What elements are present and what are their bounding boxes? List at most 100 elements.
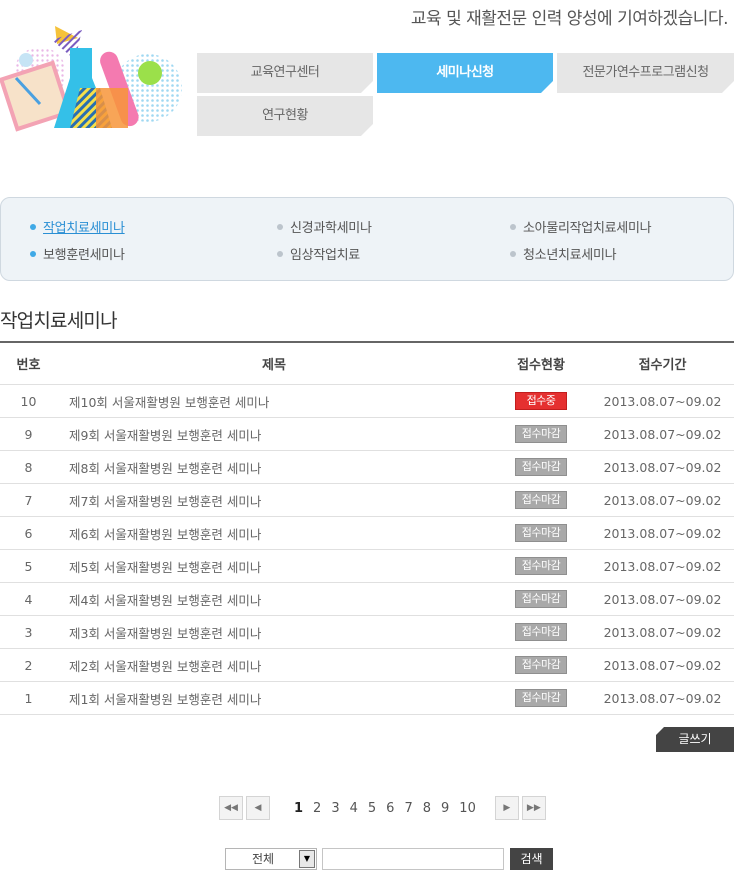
bullet-dot-icon [277,250,283,257]
status-badge: 접수마감 [515,425,567,443]
table-row: 8 제8회 서울재활병원 보행훈련 세미나 접수마감 2013.08.07~09… [0,451,734,484]
search-input[interactable] [322,848,504,870]
next-page-button[interactable]: ▶ [494,796,519,820]
subnav-item-pediatric-pt-ot[interactable]: 소아물리작업치료세미나 [510,217,652,236]
row-status: 접수마감 [491,623,591,641]
bullet-dot-icon [510,250,516,257]
status-badge: 접수마감 [515,623,567,641]
header-num: 번호 [16,358,41,373]
page-link[interactable]: 6 [386,801,394,816]
subnav-item-adolescent-therapy[interactable]: 청소년치료세미나 [510,244,617,263]
row-period: 2013.08.07~09.02 [603,492,722,508]
page-link-current[interactable]: 1 [294,801,303,816]
row-title-link[interactable]: 제4회 서울재활병원 보행훈련 세미나 [57,590,491,609]
status-badge: 접수마감 [515,458,567,476]
table-header-row: 번호 제목 접수현황 접수기간 [0,343,734,385]
row-title-link[interactable]: 제3회 서울재활병원 보행훈련 세미나 [57,623,491,642]
subnav-item-gait-training[interactable]: 보행훈련세미나 [30,244,125,263]
row-num: 8 [24,459,33,475]
table-row: 3 제3회 서울재활병원 보행훈련 세미나 접수마감 2013.08.07~09… [0,616,734,649]
row-num: 2 [24,657,33,673]
last-page-button[interactable]: ▶▶ [521,796,546,820]
subnav-item-label: 보행훈련세미나 [43,248,125,263]
subnav-item-neuroscience[interactable]: 신경과학세미나 [277,217,372,236]
status-badge: 접수중 [515,392,567,410]
row-title-link[interactable]: 제1회 서울재활병원 보행훈련 세미나 [57,689,491,708]
row-num: 4 [24,591,33,607]
row-period: 2013.08.07~09.02 [603,393,722,409]
pagination: ◀◀ ◀ 1 2 3 4 5 6 7 8 9 10 ▶ ▶▶ [219,796,549,820]
page-title: 작업치료세미나 [0,310,118,332]
row-title-link[interactable]: 제5회 서울재활병원 보행훈련 세미나 [57,557,491,576]
row-num: 9 [24,426,33,442]
row-period: 2013.08.07~09.02 [603,558,722,574]
row-num: 3 [24,624,33,640]
tab-expert-training-program[interactable]: 전문가연수프로그램신청 [557,53,734,93]
row-status: 접수마감 [491,689,591,707]
row-status: 접수중 [491,392,591,410]
status-badge: 접수마감 [515,524,567,542]
status-badge: 접수마감 [515,557,567,575]
chevron-left-icon: ◀ [254,803,262,813]
row-status: 접수마감 [491,425,591,443]
status-badge: 접수마감 [515,590,567,608]
row-status: 접수마감 [491,557,591,575]
page-link[interactable]: 7 [404,801,412,816]
header-title: 제목 [262,358,286,373]
row-title-link[interactable]: 제10회 서울재활병원 보행훈련 세미나 [57,392,491,411]
row-num: 6 [24,525,33,541]
row-title-link[interactable]: 제7회 서울재활병원 보행훈련 세미나 [57,491,491,510]
page-link[interactable]: 5 [368,801,376,816]
first-page-button[interactable]: ◀◀ [219,796,243,820]
row-period: 2013.08.07~09.02 [603,657,722,673]
row-title-link[interactable]: 제2회 서울재활병원 보행훈련 세미나 [57,656,491,675]
tab-seminar-application[interactable]: 세미나신청 [377,53,553,93]
search-category-select[interactable]: 전체 ▼ [225,848,317,870]
bullet-dot-icon [30,250,36,257]
search-button[interactable]: 검색 [510,848,553,870]
select-value: 전체 [251,852,275,866]
tab-label: 세미나신청 [436,65,494,80]
page-link[interactable]: 3 [331,801,339,816]
prev-page-button[interactable]: ◀ [246,796,270,820]
bullet-dot-icon [510,223,516,230]
lab-flask-illustration [0,26,182,132]
page-link[interactable]: 10 [459,801,476,816]
tab-education-research-center[interactable]: 교육연구센터 [197,53,373,93]
row-period: 2013.08.07~09.02 [603,525,722,541]
tab-label: 전문가연수프로그램신청 [582,65,709,80]
tab-label: 교육연구센터 [250,65,320,80]
table-row: 7 제7회 서울재활병원 보행훈련 세미나 접수마감 2013.08.07~09… [0,484,734,517]
row-period: 2013.08.07~09.02 [603,690,722,706]
subnav-item-label: 소아물리작업치료세미나 [523,221,652,236]
page-link[interactable]: 9 [441,801,449,816]
double-chevron-left-icon: ◀◀ [224,803,238,813]
write-button[interactable]: 글쓰기 [656,727,734,752]
status-badge: 접수마감 [515,656,567,674]
row-title-link[interactable]: 제8회 서울재활병원 보행훈련 세미나 [57,458,491,477]
chevron-down-icon[interactable]: ▼ [299,850,315,868]
subnav-item-clinical-ot[interactable]: 임상작업치료 [277,244,360,263]
row-period: 2013.08.07~09.02 [603,459,722,475]
header-period: 접수기간 [638,358,687,373]
header-status: 접수현황 [517,358,565,373]
row-status: 접수마감 [491,524,591,542]
seminar-board-table: 번호 제목 접수현황 접수기간 10 제10회 서울재활병원 보행훈련 세미나 … [0,341,734,715]
row-title-link[interactable]: 제6회 서울재활병원 보행훈련 세미나 [57,524,491,543]
subnav-item-label: 작업치료세미나 [43,221,125,236]
subnav-item-label: 신경과학세미나 [290,221,372,236]
row-num: 5 [24,558,33,574]
row-status: 접수마감 [491,491,591,509]
subnav-item-label: 임상작업치료 [290,248,360,263]
row-num: 10 [20,393,37,409]
tab-research-status[interactable]: 연구현황 [197,96,373,136]
subnav-item-occupational-therapy[interactable]: 작업치료세미나 [30,217,125,236]
row-period: 2013.08.07~09.02 [603,591,722,607]
row-status: 접수마감 [491,590,591,608]
header-tagline: 교육 및 재활전문 인력 양성에 기여하겠습니다. [410,9,729,29]
row-title-link[interactable]: 제9회 서울재활병원 보행훈련 세미나 [57,425,491,444]
page-link[interactable]: 2 [313,801,321,816]
page-link[interactable]: 4 [350,801,358,816]
page-link[interactable]: 8 [423,801,431,816]
table-row: 6 제6회 서울재활병원 보행훈련 세미나 접수마감 2013.08.07~09… [0,517,734,550]
